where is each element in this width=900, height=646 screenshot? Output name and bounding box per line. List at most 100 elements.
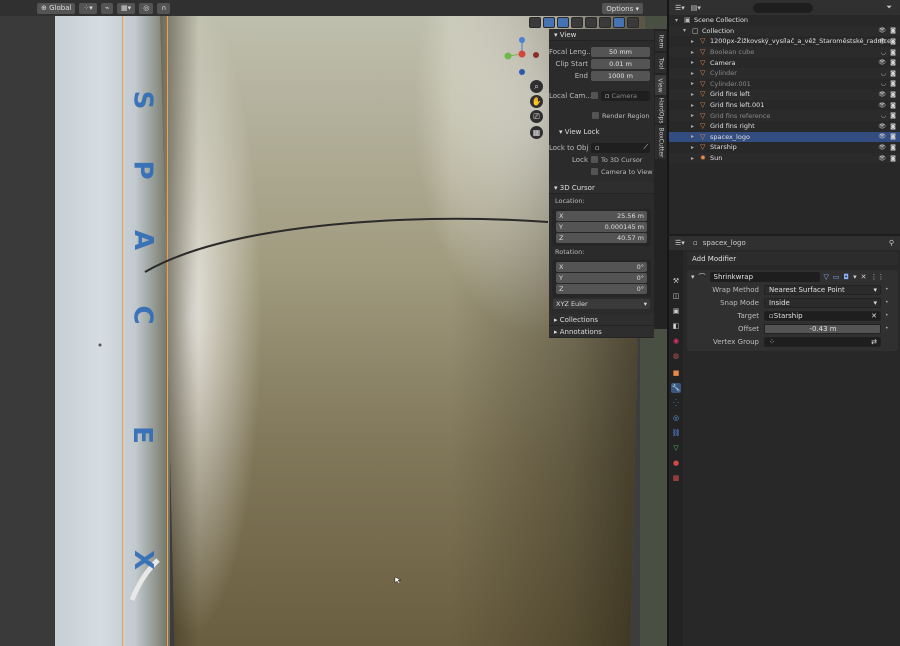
snap-mode-field[interactable]: Inside ▾	[764, 297, 881, 308]
visibility-eye-icon[interactable]: 👁	[878, 59, 886, 66]
visibility-eye-icon[interactable]: 👁	[878, 144, 886, 151]
render-camera-icon[interactable]: ◙	[890, 102, 896, 109]
visibility-eye-icon[interactable]: 👁	[878, 123, 886, 130]
texture-tab-icon[interactable]: ▩	[671, 473, 681, 483]
camera-view-icon[interactable]: ⎚	[530, 110, 543, 123]
gizmo-toggle-icon[interactable]	[543, 17, 555, 28]
focal-length-field[interactable]: 50 mm	[591, 46, 650, 57]
render-tab-icon[interactable]: ◫	[671, 291, 681, 301]
dropdown-icon[interactable]: ▾	[853, 273, 857, 281]
outliner-row[interactable]: ▸ ▽ Camera 👁 ◙	[669, 57, 900, 68]
modifier-tab-icon[interactable]: 🔧	[671, 383, 681, 393]
clip-end-field[interactable]: 1000 m	[591, 70, 650, 81]
expand-toggle-icon[interactable]: ▸	[691, 59, 699, 66]
world-tab-icon[interactable]: ◍	[671, 351, 681, 361]
visibility-eye-icon[interactable]: 👁	[878, 155, 886, 162]
expand-toggle-icon[interactable]: ▸	[691, 38, 699, 45]
tab-item[interactable]: Item	[655, 31, 666, 51]
visibility-eye-icon[interactable]: 👁	[878, 102, 886, 109]
outliner-search-input[interactable]	[752, 2, 813, 13]
visibility-eye-icon[interactable]: 👁	[878, 133, 886, 140]
render-camera-icon[interactable]: ◙	[890, 123, 896, 130]
editor-type-icon[interactable]: ☰▾	[675, 4, 685, 12]
render-camera-icon[interactable]: ◙	[890, 133, 896, 140]
output-tab-icon[interactable]: ▣	[671, 306, 681, 316]
visibility-eye-icon[interactable]: ◡	[881, 70, 886, 77]
keyframe-dot-icon[interactable]: •	[885, 299, 889, 306]
render-camera-icon[interactable]: ◙	[890, 70, 896, 77]
expand-toggle-icon[interactable]: ▸	[691, 80, 699, 87]
outliner-row[interactable]: ▸ ▽ spacex_logo 👁 ◙	[669, 131, 900, 143]
drag-handle-icon[interactable]: ⋮⋮	[870, 273, 884, 281]
visibility-eye-icon[interactable]: 👁	[878, 91, 886, 98]
render-camera-icon[interactable]: ◙	[890, 49, 896, 56]
target-field[interactable]: ▫ Starship ✕	[764, 310, 881, 321]
clip-start-field[interactable]: 0.01 m	[591, 58, 650, 69]
overlay-toggle-icon[interactable]	[557, 17, 569, 28]
wrap-method-field[interactable]: Nearest Surface Point ▾	[764, 284, 881, 295]
3d-viewport[interactable]: S P A C E X ⊕ Global ⁘▾ ⌁ ▦▾ ◎ ∩ Options…	[0, 0, 667, 646]
cursor-location-y[interactable]: Y 0.000145 m	[556, 222, 647, 232]
particles-tab-icon[interactable]: ⁛	[671, 398, 681, 408]
transform-orientation-dropdown[interactable]: ⊕ Global	[37, 2, 76, 14]
render-camera-icon[interactable]: ◙	[890, 155, 896, 162]
offset-field[interactable]: -0.43 m	[764, 323, 881, 334]
modifier-name-input[interactable]: Shrinkwrap	[709, 271, 820, 282]
display-mode-icon[interactable]: ▤▾	[691, 4, 701, 12]
render-region-checkbox[interactable]	[592, 112, 599, 119]
visibility-eye-icon[interactable]: ◡	[881, 112, 886, 119]
render-camera-icon[interactable]: ◙	[890, 27, 896, 34]
expand-toggle-icon[interactable]: ▸	[691, 70, 699, 77]
outliner-row[interactable]: ▾ ▢ Collection 👁 ◙	[669, 25, 900, 37]
add-modifier-button[interactable]: Add Modifier	[687, 252, 898, 265]
expand-toggle-icon[interactable]: ▸	[691, 144, 699, 151]
lock-to-3d-cursor-checkbox[interactable]	[591, 156, 598, 163]
scene-tab-icon[interactable]: ◉	[671, 336, 681, 346]
eyedropper-icon[interactable]: ⟋	[643, 143, 648, 152]
visibility-dropdown-icon[interactable]	[529, 17, 541, 28]
tab-view[interactable]: View	[655, 75, 666, 95]
keyframe-dot-icon[interactable]: •	[885, 325, 889, 332]
cursor-rotation-x[interactable]: X 0°	[556, 262, 647, 272]
object-tab-icon[interactable]: ■	[671, 368, 681, 378]
outliner-row[interactable]: ▸ ✹ Sun 👁 ◙	[669, 152, 900, 164]
expand-toggle-icon[interactable]: ▸	[691, 49, 699, 56]
cursor-rotation-y[interactable]: Y 0°	[556, 273, 647, 283]
visibility-eye-icon[interactable]: 👁	[878, 27, 886, 34]
render-camera-icon[interactable]: ◙	[890, 112, 896, 119]
3d-cursor-section-header[interactable]: ▾ 3D Cursor	[549, 182, 654, 194]
annotations-section-header[interactable]: ▸ Annotations	[549, 326, 654, 338]
edit-mode-toggle-icon[interactable]: ▽	[824, 273, 829, 281]
data-tab-icon[interactable]: ▽	[671, 443, 681, 453]
lock-to-object-field[interactable]: ▫ ⟋	[591, 142, 650, 153]
view-lock-subpanel-header[interactable]: ▾ View Lock	[549, 126, 654, 137]
cursor-location-x[interactable]: X 25.56 m	[556, 211, 647, 221]
cursor-location-z[interactable]: Z 40.57 m	[556, 233, 647, 243]
keyframe-dot-icon[interactable]: •	[885, 312, 889, 319]
expand-toggle-icon[interactable]: ▸	[691, 102, 699, 109]
invert-icon[interactable]: ⇄	[871, 338, 877, 346]
view-layer-tab-icon[interactable]: ◧	[671, 321, 681, 331]
outliner-row[interactable]: ▸ ▽ Grid fins right 👁 ◙	[669, 121, 900, 132]
tab-hardops[interactable]: HardOps	[655, 97, 666, 123]
proportional-editing-toggle[interactable]: ◎	[139, 2, 154, 14]
grid-projection-icon[interactable]: ▦	[530, 126, 543, 139]
realtime-toggle-icon[interactable]: ▭	[833, 273, 840, 281]
visibility-eye-icon[interactable]: 👁	[878, 38, 886, 45]
wireframe-shading-icon[interactable]	[585, 17, 597, 28]
local-camera-field[interactable]: ▫ Camera	[601, 90, 650, 101]
rendered-shading-icon[interactable]	[627, 17, 639, 28]
expand-toggle-icon[interactable]: ▾	[683, 27, 691, 34]
render-camera-icon[interactable]: ◙	[890, 91, 896, 98]
collapse-icon[interactable]: ▾	[691, 273, 695, 281]
pan-hand-icon[interactable]: ✋	[530, 95, 543, 108]
outliner-row[interactable]: ▸ ▽ Starship 👁 ◙	[669, 142, 900, 153]
constraints-tab-icon[interactable]: ⛓	[671, 428, 681, 438]
tool-tab-icon[interactable]: ⚒	[671, 276, 681, 286]
outliner-row[interactable]: ▸ ▽ Grid fins left.001 👁 ◙	[669, 100, 900, 111]
outliner-row[interactable]: ▾ ▣ Scene Collection	[669, 15, 900, 26]
keyframe-dot-icon[interactable]: •	[885, 286, 889, 293]
cursor-rotation-z[interactable]: Z 0°	[556, 284, 647, 294]
xray-toggle-icon[interactable]	[571, 17, 583, 28]
collections-section-header[interactable]: ▸ Collections	[549, 314, 654, 326]
